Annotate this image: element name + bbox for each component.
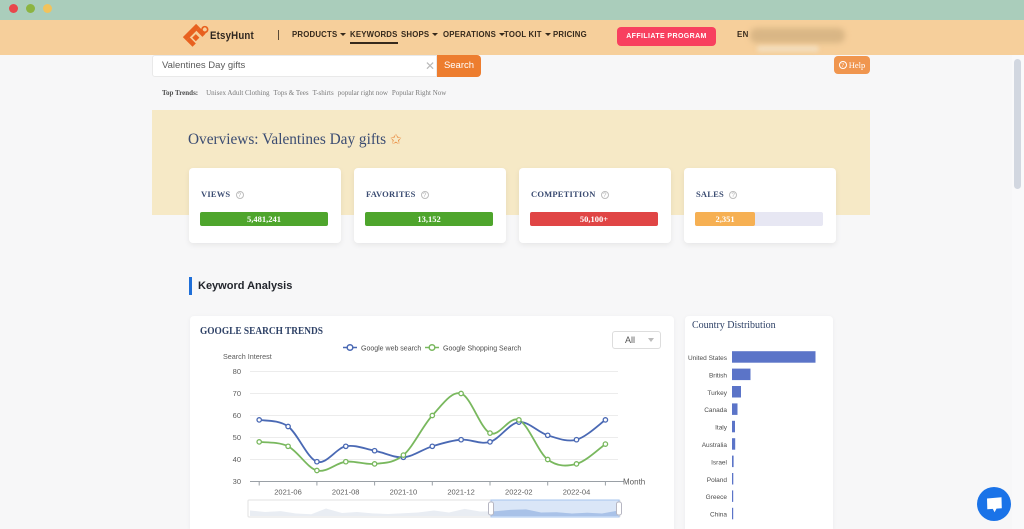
svg-text:30: 30 [233,477,241,486]
svg-text:70: 70 [233,389,241,398]
svg-text:2022-02: 2022-02 [505,488,533,497]
svg-text:Turkey: Turkey [707,390,727,397]
svg-text:Israel: Israel [711,459,727,466]
svg-text:Italy: Italy [715,425,728,432]
svg-text:Canada: Canada [704,407,727,414]
svg-text:2021-08: 2021-08 [332,488,360,497]
svg-text:60: 60 [233,411,241,420]
svg-text:2021-12: 2021-12 [447,488,475,497]
svg-text:Search Interest: Search Interest [223,352,272,361]
svg-text:Google Shopping Search: Google Shopping Search [443,346,521,353]
svg-text:China: China [710,512,727,519]
svg-text:Poland: Poland [707,477,728,484]
svg-text:40: 40 [233,455,241,464]
svg-text:2021-10: 2021-10 [390,488,418,497]
svg-text:Month: Month [623,478,645,487]
svg-text:British: British [709,372,727,379]
svg-text:80: 80 [233,367,241,376]
svg-text:Google web search: Google web search [361,346,421,353]
svg-text:Greece: Greece [706,494,728,501]
svg-text:50: 50 [233,433,241,442]
svg-text:2021-06: 2021-06 [274,488,302,497]
svg-text:United States: United States [688,355,728,362]
svg-text:Australia: Australia [702,442,728,449]
svg-text:2022-04: 2022-04 [563,488,591,497]
